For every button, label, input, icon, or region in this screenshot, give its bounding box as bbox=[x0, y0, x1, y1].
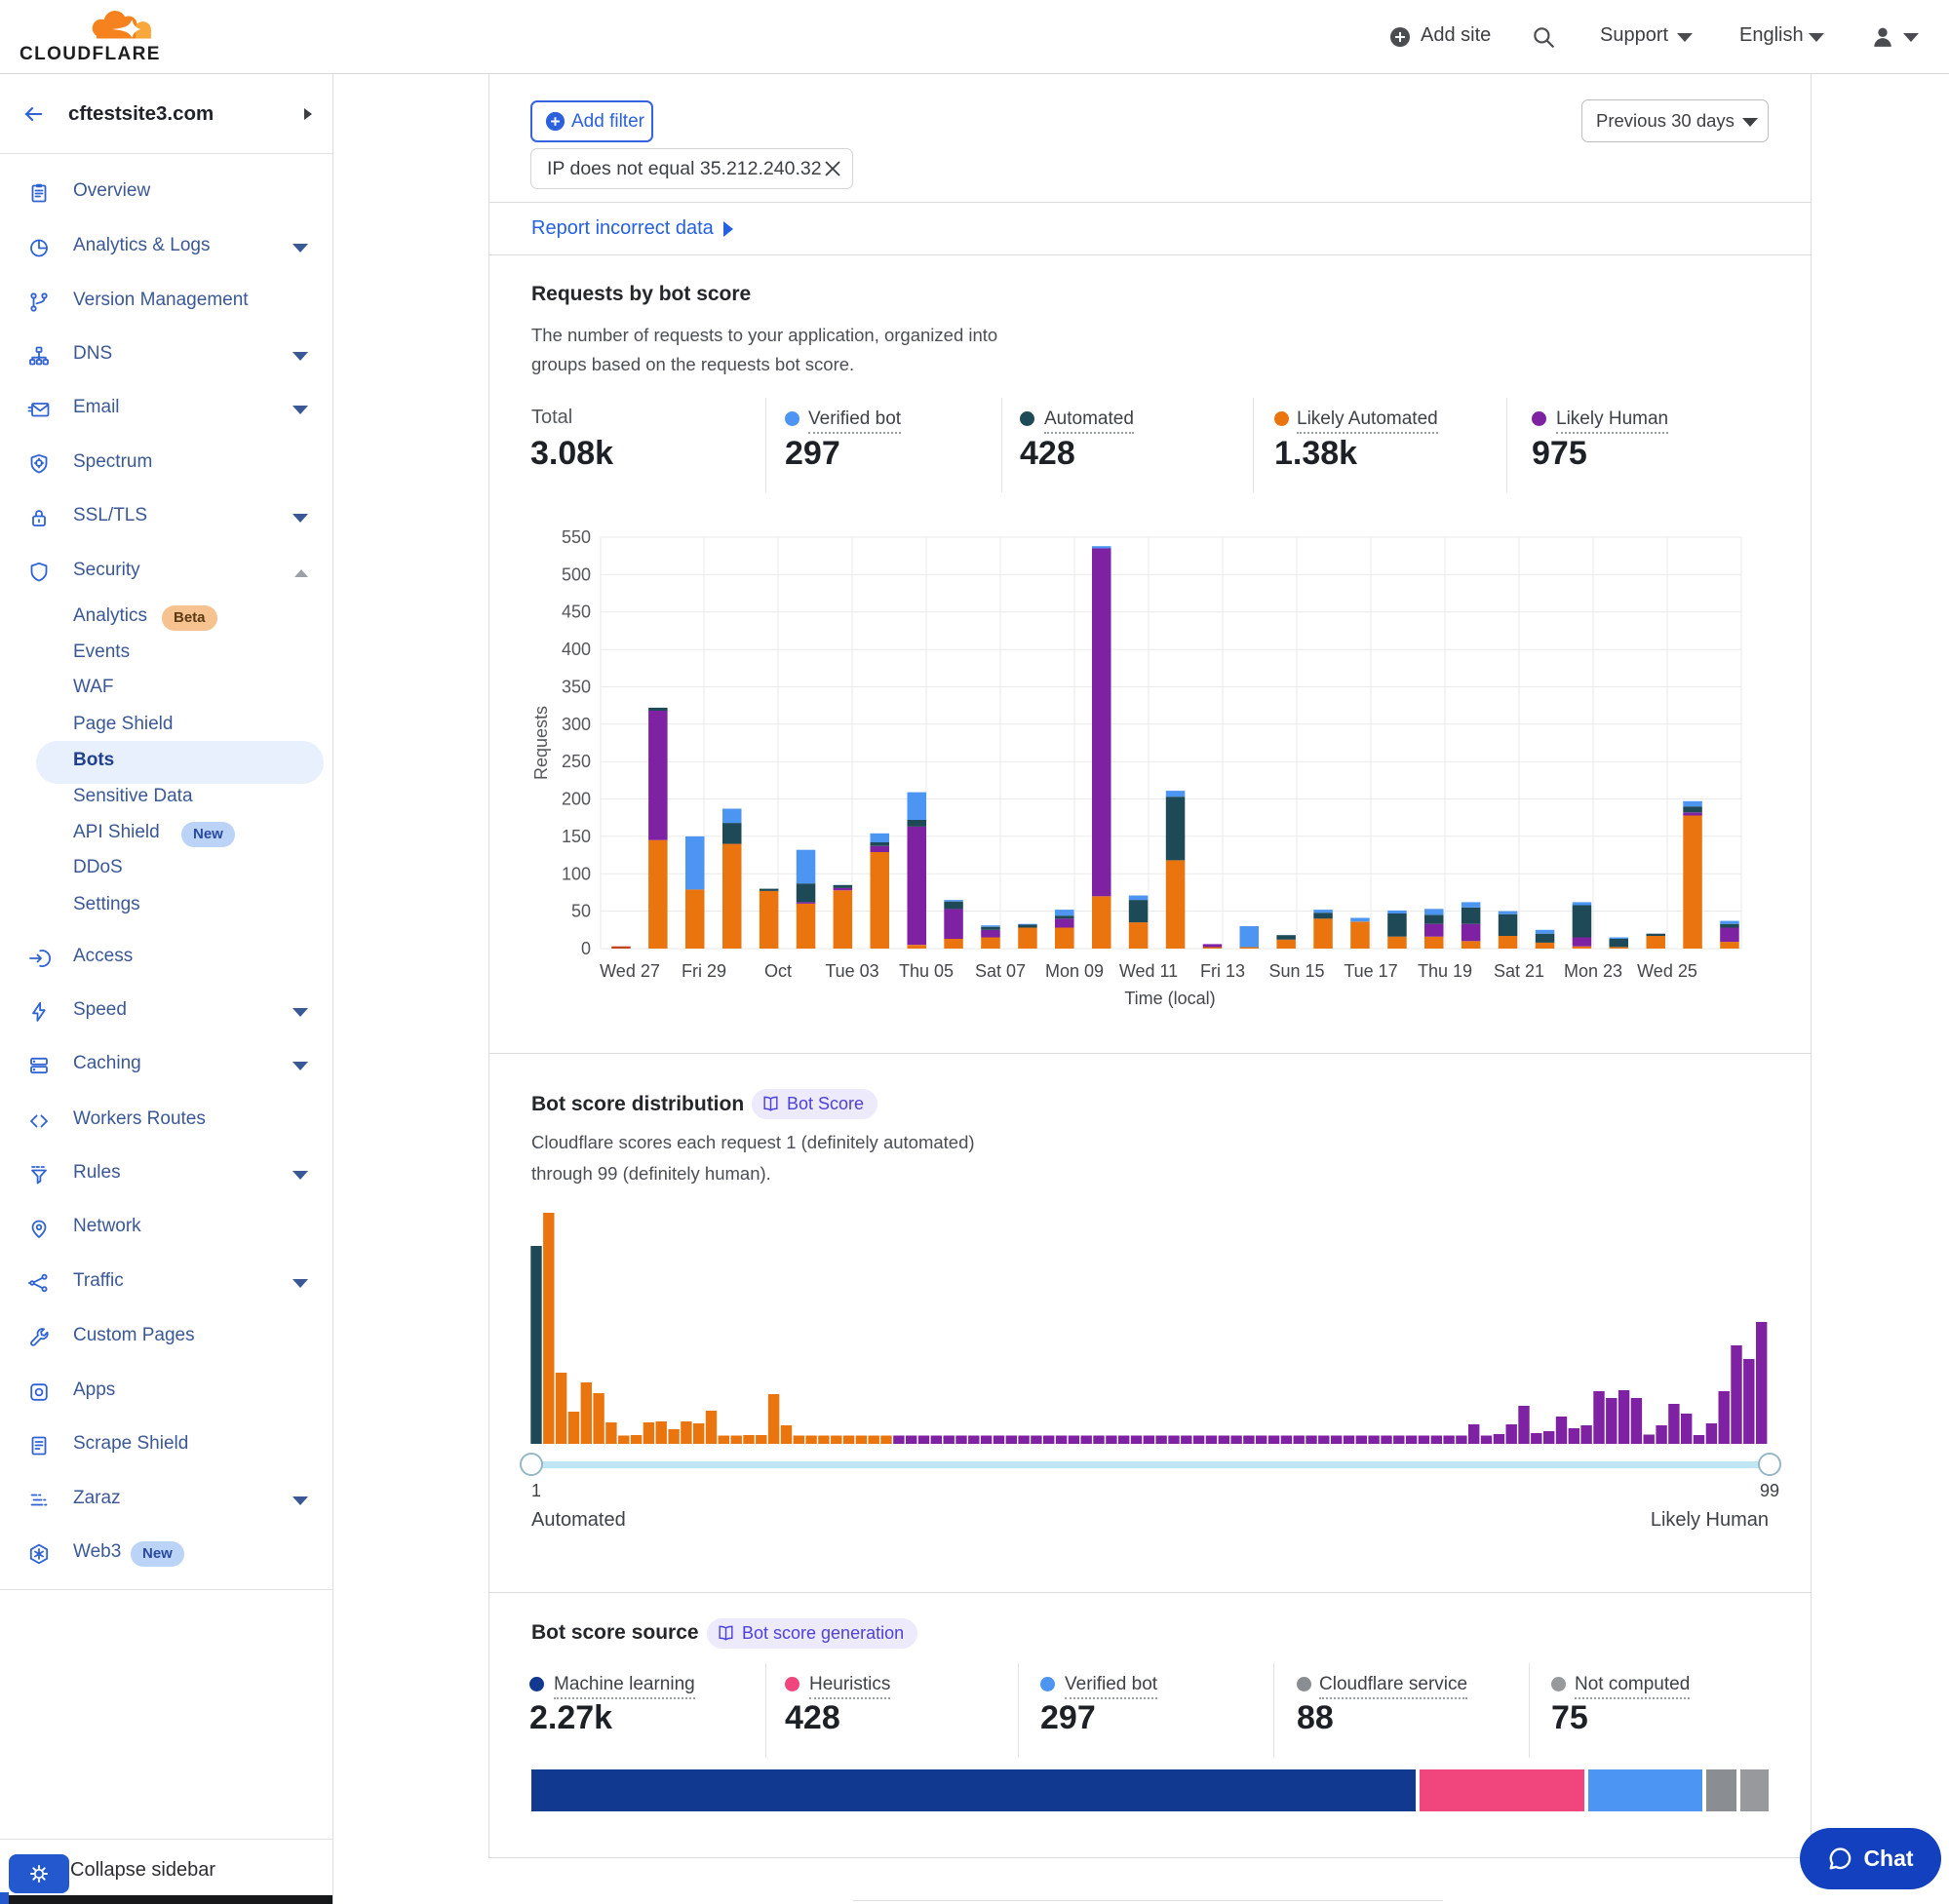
svg-text:Fri 13: Fri 13 bbox=[1200, 961, 1245, 981]
svg-text:Time (local): Time (local) bbox=[1124, 989, 1215, 1008]
svg-text:Requests: Requests bbox=[531, 706, 551, 780]
svg-text:500: 500 bbox=[562, 564, 591, 584]
svg-text:350: 350 bbox=[562, 678, 591, 697]
svg-text:Thu 19: Thu 19 bbox=[1418, 961, 1472, 981]
svg-text:200: 200 bbox=[562, 790, 591, 809]
svg-text:Sat 21: Sat 21 bbox=[1494, 961, 1544, 981]
svg-text:300: 300 bbox=[562, 715, 591, 734]
svg-text:0: 0 bbox=[581, 939, 591, 958]
svg-text:Oct: Oct bbox=[764, 961, 792, 981]
svg-text:Mon 23: Mon 23 bbox=[1564, 961, 1622, 981]
svg-text:Sat 07: Sat 07 bbox=[975, 961, 1026, 981]
svg-text:Wed 25: Wed 25 bbox=[1637, 961, 1697, 981]
svg-text:550: 550 bbox=[562, 527, 591, 547]
svg-text:250: 250 bbox=[562, 752, 591, 771]
svg-text:50: 50 bbox=[571, 902, 591, 921]
svg-text:Sun 15: Sun 15 bbox=[1268, 961, 1324, 981]
svg-text:Thu 05: Thu 05 bbox=[899, 961, 954, 981]
svg-text:150: 150 bbox=[562, 827, 591, 846]
svg-text:Fri 29: Fri 29 bbox=[682, 961, 726, 981]
svg-text:Tue 17: Tue 17 bbox=[1344, 961, 1397, 981]
svg-text:400: 400 bbox=[562, 640, 591, 659]
svg-text:Mon 09: Mon 09 bbox=[1045, 961, 1104, 981]
svg-text:Wed 11: Wed 11 bbox=[1119, 961, 1178, 981]
svg-text:450: 450 bbox=[562, 602, 591, 622]
svg-text:Wed 27: Wed 27 bbox=[600, 961, 660, 981]
svg-text:100: 100 bbox=[562, 864, 591, 883]
svg-text:Tue 03: Tue 03 bbox=[825, 961, 878, 981]
